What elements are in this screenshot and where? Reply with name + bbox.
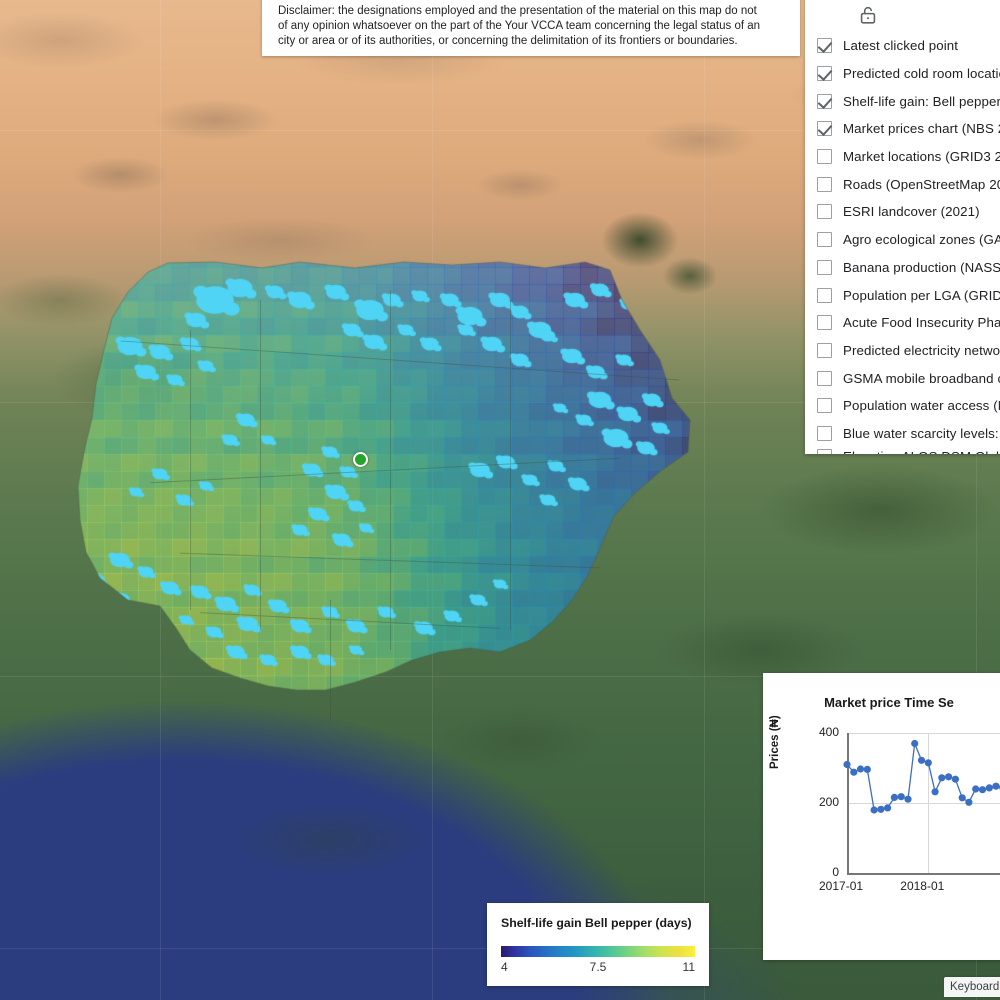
- chart-data-point: [904, 795, 912, 803]
- chart-data-point: [850, 768, 858, 776]
- layer-item-label: Predicted electricity networ: [843, 342, 1000, 358]
- disclaimer-line-3: city or area or of its authorities, or c…: [278, 35, 738, 47]
- layer-checkbox[interactable]: [817, 449, 832, 454]
- chart-data-point: [863, 765, 871, 773]
- layer-checkbox[interactable]: [817, 66, 832, 82]
- chart-data-point: [890, 793, 898, 801]
- legend-title: Shelf-life gain Bell pepper (days): [501, 916, 692, 930]
- layer-item[interactable]: Agro ecological zones (GAE: [813, 226, 1000, 254]
- layer-item-label: Population water access (N: [843, 398, 1000, 414]
- layer-panel-header: [805, 0, 1000, 32]
- layer-checkbox[interactable]: [817, 287, 832, 303]
- layer-item-label: Latest clicked point: [843, 38, 959, 54]
- layer-item[interactable]: Market prices chart (NBS 2: [813, 115, 1000, 143]
- chart-data-point: [917, 756, 926, 764]
- legend-min-value: 4: [501, 960, 508, 974]
- layer-item[interactable]: Predicted cold room locatio: [813, 60, 1000, 88]
- layer-item-label: Market prices chart (NBS 2: [843, 121, 1000, 137]
- layer-item-label: Elevation ALOS DSM Globa: [843, 447, 1000, 454]
- layer-item[interactable]: Population per LGA (GRID3: [813, 281, 1000, 309]
- layer-item[interactable]: GSMA mobile broadband c: [813, 364, 1000, 392]
- chart-data-point: [985, 784, 993, 792]
- chart-data-point: [843, 760, 851, 769]
- layer-checkbox[interactable]: [817, 121, 832, 137]
- layer-item-label: Blue water scarcity levels: J: [843, 425, 1000, 441]
- layer-item-label: Shelf-life gain: Bell pepper J: [843, 93, 1000, 109]
- chart-data-point: [958, 794, 966, 802]
- layer-checkbox[interactable]: [817, 93, 832, 109]
- chart-data-point: [884, 804, 892, 812]
- layer-checkbox[interactable]: [817, 176, 832, 192]
- layer-item-label: Population per LGA (GRID3: [843, 287, 1000, 303]
- layer-item[interactable]: Roads (OpenStreetMap 202: [813, 170, 1000, 198]
- chart-data-point: [965, 798, 973, 806]
- layer-item-label: Market locations (GRID3 20: [843, 149, 1000, 165]
- layer-checkbox[interactable]: [817, 204, 832, 220]
- chart-data-point: [945, 773, 953, 781]
- layer-item[interactable]: Acute Food Insecurity Phas: [813, 309, 1000, 337]
- chart-data-point: [931, 788, 939, 796]
- layer-item-label: ESRI landcover (2021): [843, 204, 980, 220]
- layer-item[interactable]: Shelf-life gain: Bell pepper J: [813, 87, 1000, 115]
- layer-item-label: Agro ecological zones (GAE: [843, 232, 1000, 248]
- layer-item-label: Banana production (NASS 2: [843, 259, 1000, 275]
- market-price-chart-panel[interactable]: Market price Time Se Prices (₦) 0 200 400 2…: [763, 673, 1000, 960]
- map-disclaimer: Disclaimer: the designations employed an…: [262, 0, 800, 56]
- layer-item-label: GSMA mobile broadband c: [843, 370, 1000, 386]
- chart-series-market-price: [843, 739, 1000, 814]
- layer-item[interactable]: Blue water scarcity levels: J: [813, 420, 1000, 448]
- unlock-icon[interactable]: [857, 4, 879, 26]
- layer-checkbox[interactable]: [817, 315, 832, 331]
- chart-body: Prices (₦) 0 200 400 2017-01 2018-01: [763, 715, 1000, 905]
- layer-checkbox[interactable]: [817, 149, 832, 165]
- layer-checkbox[interactable]: [817, 342, 832, 358]
- layer-item[interactable]: Elevation ALOS DSM Globa: [813, 447, 1000, 454]
- disclaimer-line-2: of any opinion whatsoever on the part of…: [278, 20, 761, 32]
- layer-item-label: Acute Food Insecurity Phas: [843, 315, 1000, 331]
- chart-data-point: [924, 759, 932, 767]
- layer-item[interactable]: Banana production (NASS 2: [813, 254, 1000, 282]
- layer-item[interactable]: Predicted electricity networ: [813, 337, 1000, 365]
- layer-checkbox[interactable]: [817, 398, 832, 414]
- chart-data-point: [938, 774, 946, 782]
- chart-data-point: [911, 739, 919, 748]
- layer-item-label: Predicted cold room locatio: [843, 66, 1000, 82]
- keyboard-shortcuts-button[interactable]: Keyboard s: [944, 977, 1000, 997]
- chart-data-point: [877, 805, 885, 813]
- disclaimer-line-1: Disclaimer: the designations employed an…: [278, 5, 757, 17]
- layer-checkbox[interactable]: [817, 425, 832, 441]
- clicked-point-marker[interactable]: [353, 452, 368, 467]
- chart-data-point: [992, 782, 1000, 790]
- chart-data-point: [978, 786, 987, 794]
- layer-item[interactable]: Latest clicked point: [813, 32, 1000, 60]
- layer-checkbox[interactable]: [817, 259, 832, 275]
- chart-data-point: [951, 775, 959, 783]
- legend-colorbar: [501, 946, 695, 957]
- layer-item[interactable]: ESRI landcover (2021): [813, 198, 1000, 226]
- chart-data-point: [972, 785, 980, 793]
- chart-title: Market price Time Se: [824, 695, 954, 710]
- colorbar-legend: Shelf-life gain Bell pepper (days) 4 7.5…: [487, 903, 709, 986]
- layer-item[interactable]: Market locations (GRID3 20: [813, 143, 1000, 171]
- chart-data-point: [870, 806, 878, 814]
- chart-data-point: [897, 793, 905, 801]
- layer-item[interactable]: Population water access (N: [813, 392, 1000, 420]
- legend-max-value: 11: [682, 960, 695, 974]
- layer-checkbox[interactable]: [817, 38, 832, 54]
- layer-control-panel[interactable]: Latest clicked point Predicted cold room …: [805, 0, 1000, 454]
- layer-checkbox[interactable]: [817, 232, 832, 248]
- layer-item-label: Roads (OpenStreetMap 202: [843, 176, 1000, 192]
- layer-checkbox[interactable]: [817, 370, 832, 386]
- layer-list[interactable]: Latest clicked point Predicted cold room …: [805, 32, 1000, 454]
- legend-mid-value: 7.5: [589, 960, 607, 974]
- chart-data-point: [856, 765, 865, 773]
- legend-ticks: 4 7.5 11: [501, 960, 695, 976]
